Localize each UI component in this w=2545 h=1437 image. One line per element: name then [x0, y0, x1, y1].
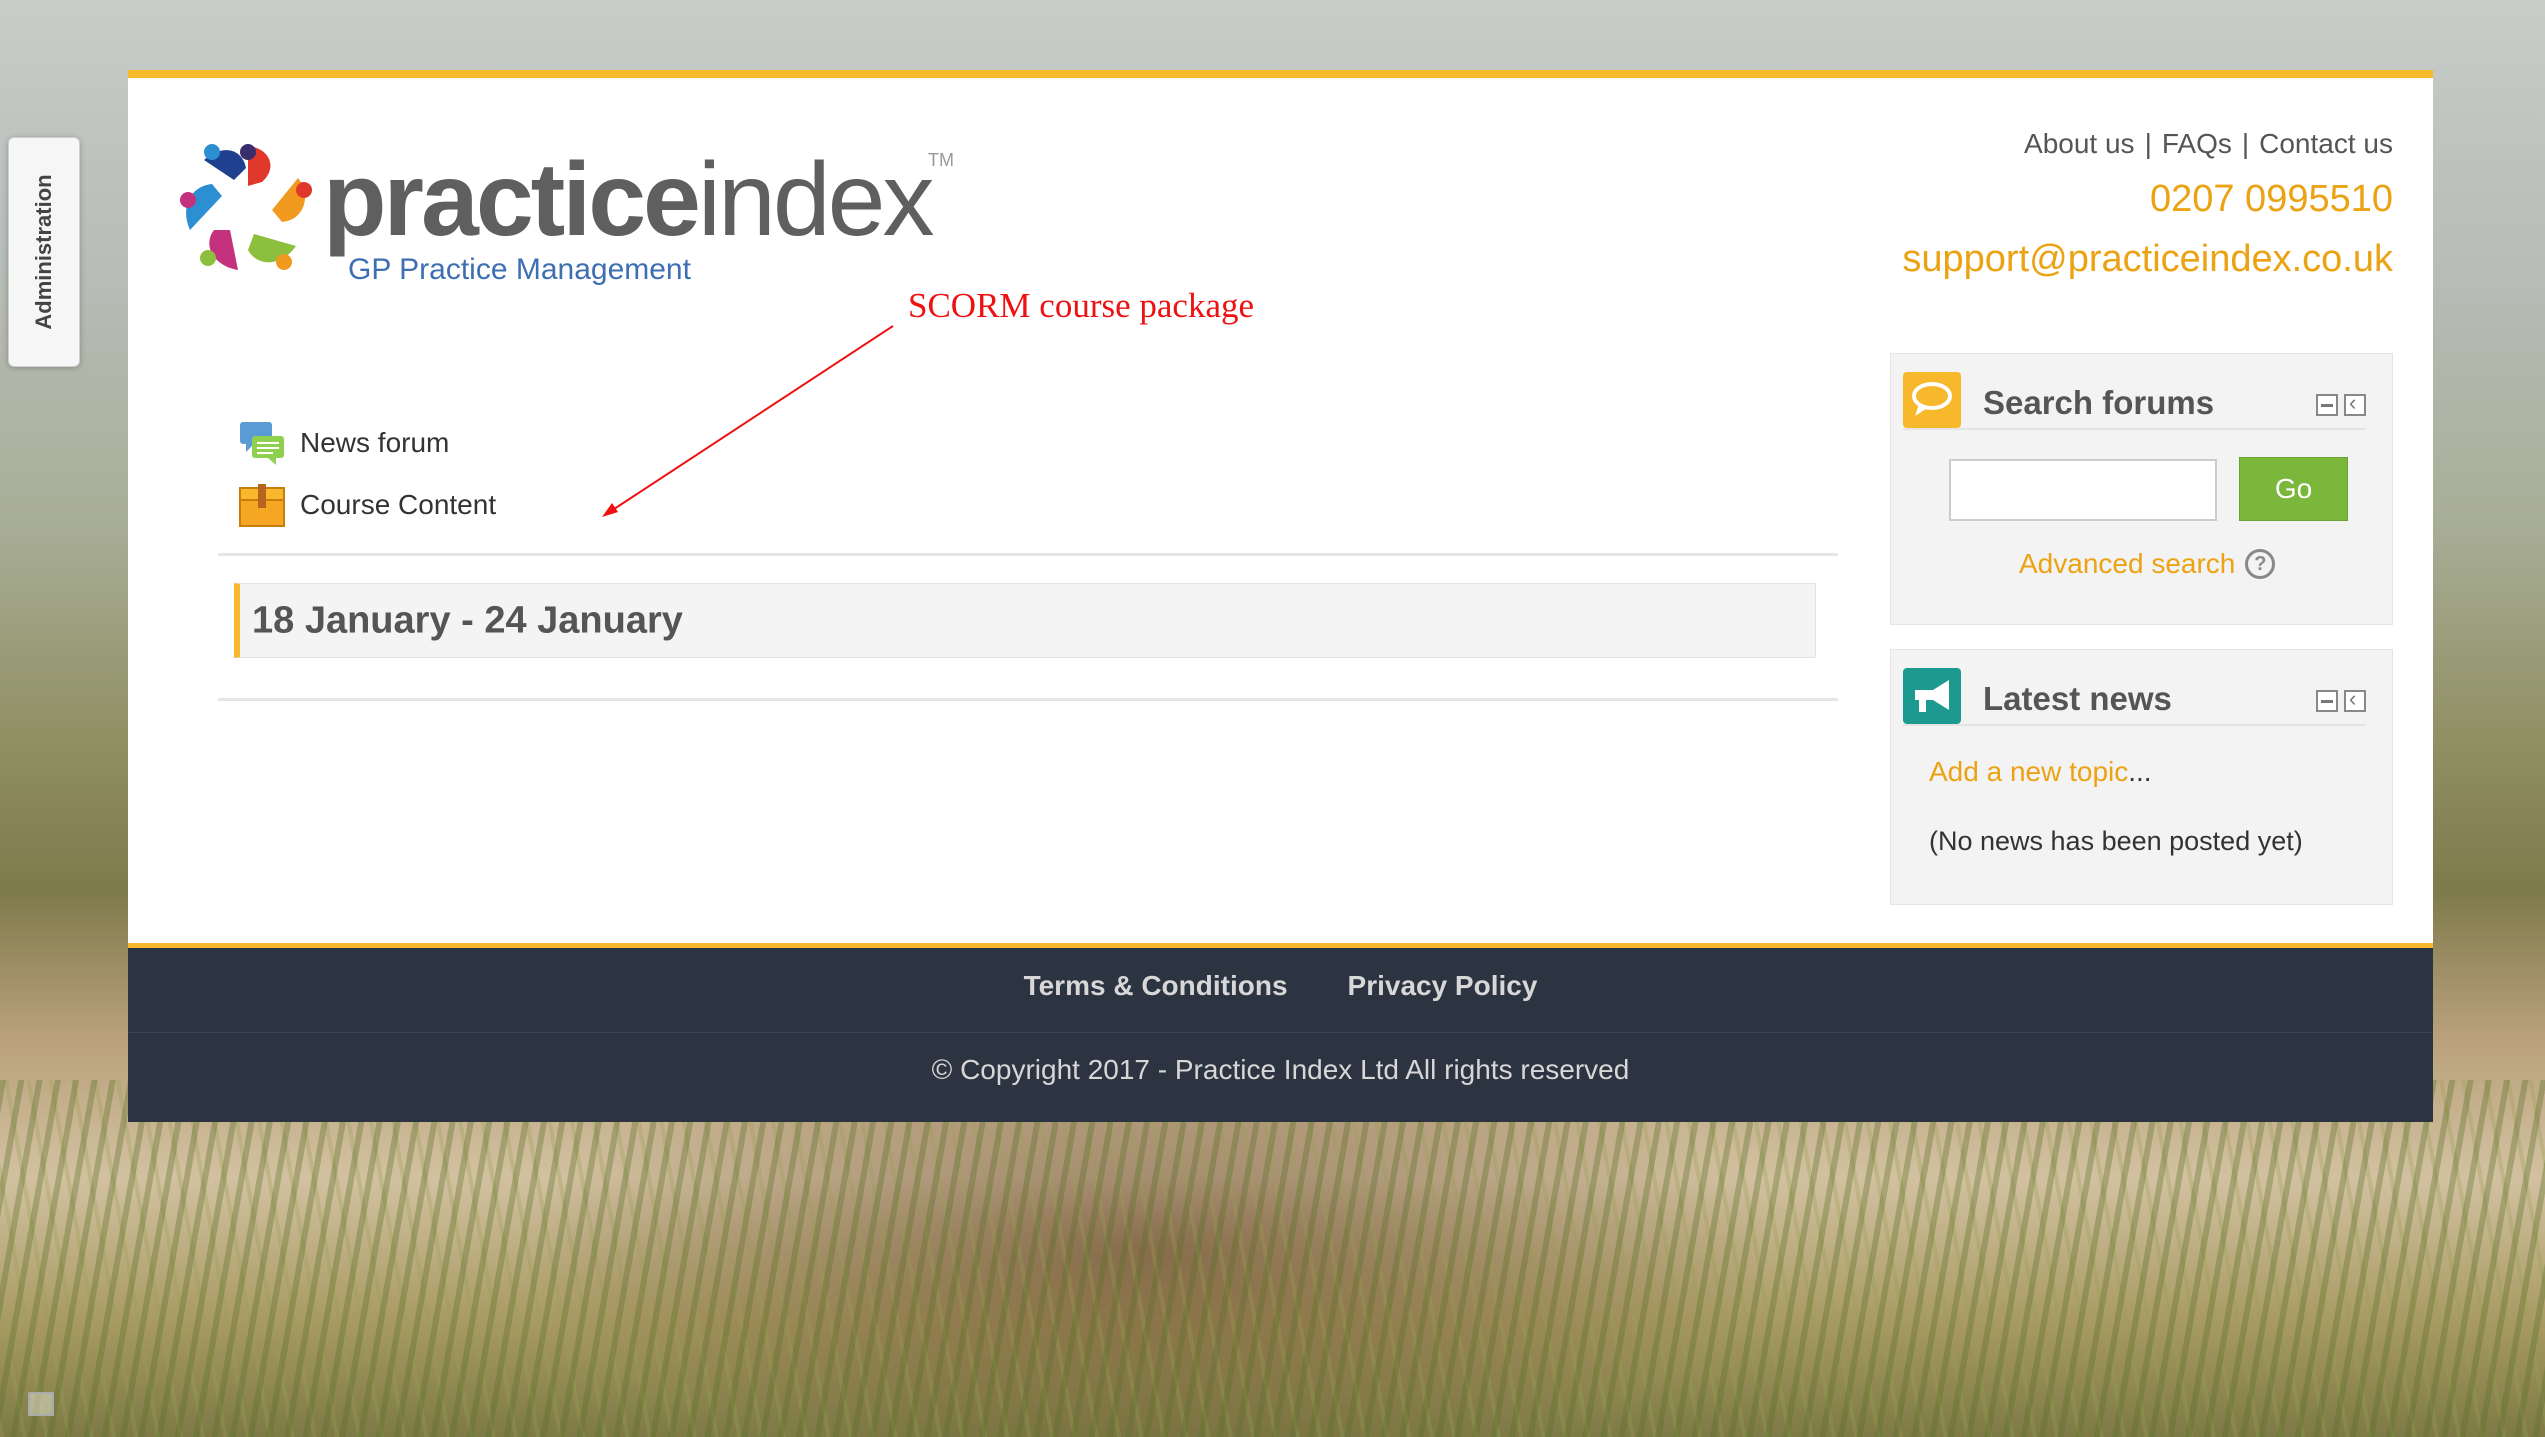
empty-news-message: (No news has been posted yet) — [1929, 826, 2303, 856]
speech-bubble-icon — [1903, 372, 1961, 428]
terms-link[interactable]: Terms & Conditions — [1024, 970, 1288, 1002]
annotation-label: SCORM course package — [908, 286, 1255, 325]
section-divider — [218, 553, 1838, 556]
annotation-arrow — [602, 325, 894, 517]
support-email[interactable]: support@practiceindex.co.uk — [1902, 238, 2393, 281]
megaphone-icon — [1903, 668, 1961, 724]
activity-label: Course Content — [300, 489, 497, 520]
block-title: Latest news — [1983, 680, 2172, 717]
administration-tab[interactable]: Administration — [8, 137, 80, 367]
about-us-link[interactable]: About us — [2024, 128, 2135, 160]
contact-us-link[interactable]: Contact us — [2259, 128, 2393, 160]
section-title: 18 January - 24 January — [252, 599, 683, 641]
footer-divider — [128, 1032, 2433, 1033]
block-controls — [2316, 686, 2366, 712]
search-input[interactable] — [1949, 459, 2217, 521]
background-photo — [0, 1080, 2545, 1437]
site-logo[interactable]: practiceindex TM GP Practice Management — [178, 138, 1028, 348]
section-divider — [218, 698, 1838, 701]
minimize-icon[interactable] — [2316, 394, 2338, 416]
add-topic-row: Add a new topic... — [1929, 756, 2152, 788]
block-title: Search forums — [1983, 384, 2215, 421]
section-header: 18 January - 24 January — [234, 583, 1816, 658]
ellipsis: ... — [2128, 756, 2152, 787]
block-controls — [2316, 390, 2366, 416]
footer: Terms & Conditions Privacy Policy © Copy… — [128, 943, 2433, 1122]
dock-icon[interactable] — [2344, 390, 2366, 416]
minimize-icon[interactable] — [2316, 690, 2338, 712]
logo-tagline: GP Practice Management — [348, 253, 691, 286]
block-header: Search forums — [1903, 372, 2366, 430]
go-button[interactable]: Go — [2239, 457, 2348, 521]
administration-label: Administration — [31, 174, 56, 330]
logo-word-light: index — [697, 142, 935, 258]
help-icon[interactable]: ? — [2245, 549, 2276, 579]
advanced-search-link[interactable]: Advanced search ? — [2019, 548, 2276, 580]
footer-links: Terms & Conditions Privacy Policy — [128, 970, 2433, 1002]
logo-mark-icon — [180, 144, 312, 270]
logo-wordmark: practiceindex — [323, 148, 935, 252]
logo-trademark: TM — [928, 150, 954, 170]
activity-course-content[interactable]: Course Content — [238, 480, 496, 530]
dock-icon[interactable] — [2344, 686, 2366, 712]
latest-news-block: Latest news Add a new topic... (No news … — [1890, 649, 2393, 905]
copyright-text: © Copyright 2017 - Practice Index Ltd Al… — [931, 1054, 1630, 1085]
privacy-link[interactable]: Privacy Policy — [1348, 970, 1538, 1002]
header-links: About us | FAQs | Contact us — [2024, 128, 2393, 160]
advanced-search-label: Advanced search — [2019, 548, 2236, 579]
scorm-package-icon — [239, 484, 285, 527]
link-separator: | — [2144, 128, 2152, 159]
forum-icon — [240, 422, 284, 465]
add-new-topic-link[interactable]: Add a new topic — [1929, 756, 2128, 787]
logo-word-bold: practice — [323, 142, 701, 258]
phone-number[interactable]: 0207 0995510 — [2150, 178, 2393, 221]
activity-label: News forum — [300, 427, 450, 458]
link-separator: | — [2241, 128, 2250, 159]
activity-news-forum[interactable]: News forum — [238, 418, 449, 468]
faqs-link[interactable]: FAQs — [2162, 128, 2232, 160]
expand-icon[interactable] — [28, 1392, 54, 1416]
search-forums-block: Search forums Go Advanced search ? — [1890, 353, 2393, 625]
block-header: Latest news — [1903, 668, 2366, 726]
